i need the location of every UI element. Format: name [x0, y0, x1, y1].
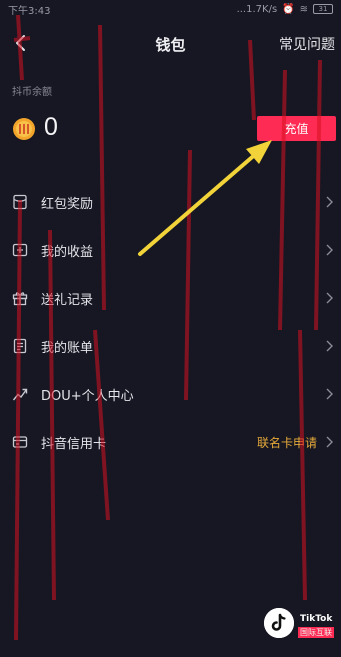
navigation-bar: 钱包 常见问题	[0, 26, 341, 60]
watermark-subtitle: 国际互联	[298, 627, 334, 638]
balance-value: 0	[44, 113, 58, 141]
credit-card-icon	[12, 436, 28, 448]
menu-item-red-packet[interactable]: 红包奖励	[0, 178, 341, 226]
chevron-right-icon	[326, 196, 333, 208]
tiktok-logo-icon	[264, 608, 294, 638]
battery-icon: 31	[313, 4, 333, 14]
chevron-right-icon	[326, 388, 333, 400]
balance-label: 抖币余额	[12, 87, 52, 98]
menu-item-credit-card[interactable]: 抖音信用卡 联名卡申请	[0, 418, 341, 466]
gift-icon	[12, 292, 28, 306]
chevron-right-icon	[326, 292, 333, 304]
faq-link[interactable]: 常见问题	[279, 34, 335, 54]
menu-item-label: 红包奖励	[41, 196, 94, 212]
menu-item-label: 我的账单	[41, 340, 94, 356]
co-branded-card-link[interactable]: 联名卡申请	[257, 434, 317, 451]
watermark-brand: TikTok	[300, 614, 333, 624]
status-bar: 下午3:43 ...1.7K/s ⏰ ≋ 31	[0, 0, 341, 18]
recharge-button[interactable]: 充值	[257, 116, 336, 141]
menu-item-label: 抖音信用卡	[41, 436, 107, 452]
menu-item-income[interactable]: 我的收益	[0, 226, 341, 274]
coin-icon	[13, 118, 35, 140]
trend-icon	[12, 388, 28, 401]
menu-item-gift-record[interactable]: 送礼记录	[0, 274, 341, 322]
battery-level: 31	[318, 4, 328, 13]
menu-item-dou-plus[interactable]: DOU+个人中心	[0, 370, 341, 418]
back-icon[interactable]	[10, 32, 32, 54]
bill-icon	[13, 338, 27, 354]
status-indicators: ...1.7K/s ⏰ ≋ 31	[237, 4, 333, 15]
chevron-right-icon	[326, 244, 333, 256]
status-time: 下午3:43	[8, 5, 51, 17]
menu-item-label: DOU+个人中心	[41, 388, 134, 404]
wifi-icon: ≋	[299, 3, 308, 15]
wallet-menu: 红包奖励 我的收益 送礼记录 我的账单 DOU+个人中心 抖音信用卡 联名卡申请	[0, 178, 341, 466]
red-packet-icon	[13, 194, 27, 210]
menu-item-label: 送礼记录	[41, 292, 94, 308]
chevron-right-icon	[326, 436, 333, 448]
network-speed: ...1.7K/s	[236, 3, 278, 15]
menu-item-label: 我的收益	[41, 244, 94, 260]
alarm-icon: ⏰	[282, 3, 295, 15]
chevron-right-icon	[326, 340, 333, 352]
income-icon	[12, 243, 28, 257]
menu-item-bill[interactable]: 我的账单	[0, 322, 341, 370]
